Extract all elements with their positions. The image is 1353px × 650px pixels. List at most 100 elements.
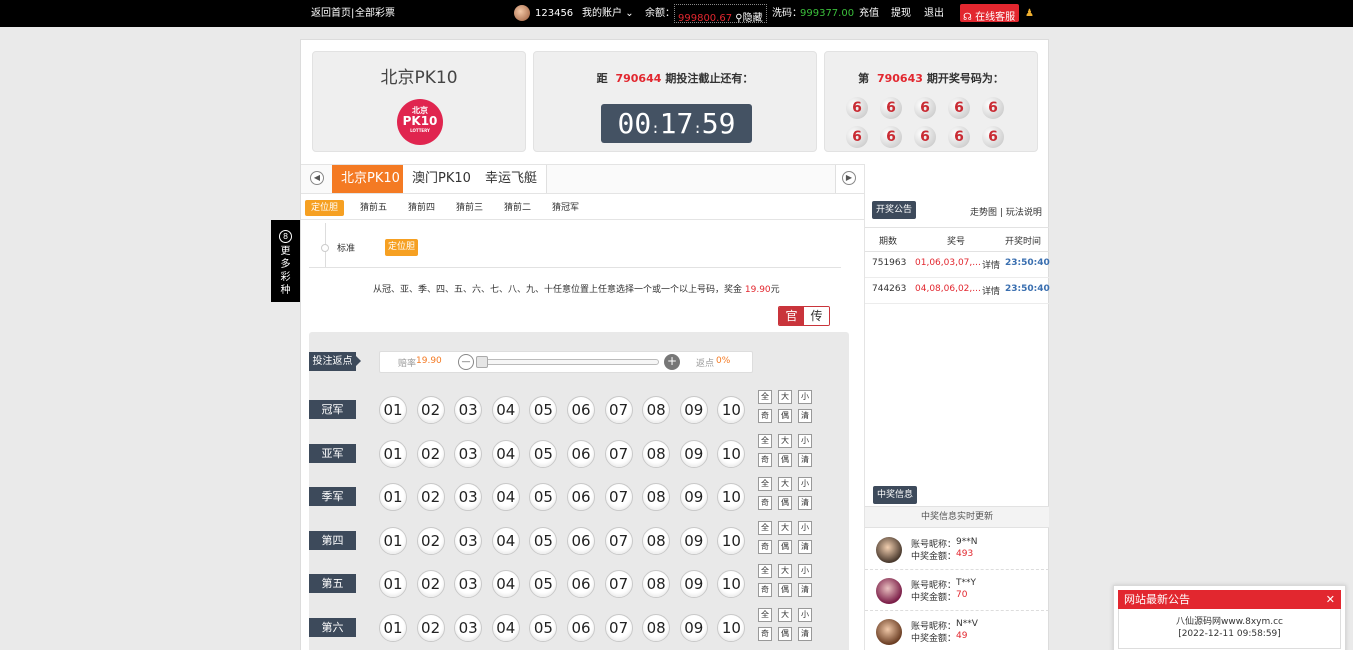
number-ball-button[interactable]: 02 [416, 396, 445, 424]
number-ball-button[interactable]: 07 [604, 439, 633, 468]
quick-select-button[interactable]: 大 [778, 564, 792, 579]
number-ball-button[interactable]: 10 [717, 396, 746, 424]
number-ball-button[interactable]: 09 [679, 614, 708, 642]
quick-select-button[interactable]: 奇 [758, 539, 772, 554]
quick-select-button[interactable]: 偶 [778, 583, 792, 598]
number-ball-button[interactable]: 08 [642, 614, 671, 642]
number-ball-button[interactable]: 09 [679, 570, 708, 599]
rules-link[interactable]: 玩法说明 [1006, 208, 1042, 218]
subtab-guess-top5[interactable]: 猜前五 [354, 200, 393, 216]
home-link[interactable]: 返回首页 [311, 0, 351, 27]
number-ball-button[interactable]: 08 [642, 396, 671, 424]
quick-select-button[interactable]: 奇 [758, 452, 772, 467]
subtab-guess-champion[interactable]: 猜冠军 [546, 200, 585, 216]
number-ball-button[interactable]: 04 [491, 570, 520, 599]
quick-select-button[interactable]: 小 [798, 433, 812, 448]
quick-select-button[interactable]: 清 [798, 409, 812, 423]
tab-next-arrow-icon[interactable]: ▶ [842, 171, 856, 185]
quick-select-button[interactable]: 奇 [758, 583, 772, 598]
recharge-link[interactable]: 充值 [859, 0, 879, 27]
quick-select-button[interactable]: 清 [798, 627, 812, 641]
rebate-slider-handle[interactable] [476, 356, 488, 368]
quick-select-button[interactable]: 清 [798, 583, 812, 598]
tab-lucky-airship[interactable]: 幸运飞艇 [476, 165, 548, 193]
plus-button[interactable]: + [664, 354, 680, 370]
number-ball-button[interactable]: 03 [454, 526, 483, 555]
quick-select-button[interactable]: 大 [778, 390, 792, 404]
number-ball-button[interactable]: 05 [529, 614, 558, 642]
number-ball-button[interactable]: 07 [604, 396, 633, 424]
online-service-button[interactable]: ☊ 在线客服 [960, 4, 1020, 23]
more-lottery-side-tab[interactable]: 8 更多彩种 [271, 220, 300, 302]
number-ball-button[interactable]: 05 [529, 483, 558, 512]
subtab-guess-top4[interactable]: 猜前四 [402, 200, 441, 216]
quick-select-button[interactable]: 奇 [758, 627, 772, 641]
tab-macau-pk10[interactable]: 澳门PK10 [403, 165, 481, 193]
quick-select-button[interactable]: 大 [778, 433, 792, 448]
mode-option-button[interactable]: 定位胆 [385, 239, 419, 256]
quick-select-button[interactable]: 全 [758, 433, 772, 448]
quick-select-button[interactable]: 全 [758, 608, 772, 622]
withdraw-link[interactable]: 提现 [891, 0, 911, 27]
quick-select-button[interactable]: 奇 [758, 409, 772, 423]
number-ball-button[interactable]: 06 [567, 614, 595, 642]
number-ball-button[interactable]: 10 [717, 570, 746, 599]
number-ball-button[interactable]: 01 [379, 396, 407, 424]
hide-balance-button[interactable]: 隐藏 [743, 13, 763, 24]
quick-select-button[interactable]: 小 [798, 390, 812, 404]
number-ball-button[interactable]: 07 [604, 483, 633, 512]
number-ball-button[interactable]: 04 [491, 526, 520, 555]
number-ball-button[interactable]: 02 [416, 483, 445, 512]
logout-link[interactable]: 退出 [924, 0, 944, 27]
quick-select-button[interactable]: 偶 [778, 409, 792, 423]
tab-beijing-pk10[interactable]: 北京PK10 [332, 165, 410, 193]
number-ball-button[interactable]: 01 [379, 483, 407, 512]
person-icon[interactable]: ♟ [1025, 0, 1034, 27]
quick-select-button[interactable]: 偶 [778, 452, 792, 467]
number-ball-button[interactable]: 08 [642, 439, 671, 468]
number-ball-button[interactable]: 04 [491, 483, 520, 512]
all-lottery-link[interactable]: 全部彩票 [355, 0, 395, 27]
subtab-guess-top3[interactable]: 猜前三 [450, 200, 489, 216]
number-ball-button[interactable]: 05 [529, 526, 558, 555]
mode-traditional-button[interactable]: 传 [804, 307, 829, 325]
number-ball-button[interactable]: 01 [379, 614, 407, 642]
close-icon[interactable]: ✕ [1326, 590, 1335, 609]
number-ball-button[interactable]: 04 [491, 396, 520, 424]
number-ball-button[interactable]: 01 [379, 439, 407, 468]
number-ball-button[interactable]: 06 [567, 483, 595, 512]
number-ball-button[interactable]: 10 [717, 614, 746, 642]
quick-select-button[interactable]: 全 [758, 477, 772, 492]
number-ball-button[interactable]: 04 [491, 439, 520, 468]
quick-select-button[interactable]: 清 [798, 539, 812, 554]
number-ball-button[interactable]: 03 [454, 614, 483, 642]
quick-select-button[interactable]: 清 [798, 496, 812, 511]
number-ball-button[interactable]: 08 [642, 570, 671, 599]
rebate-slider-track[interactable] [477, 359, 659, 365]
number-ball-button[interactable]: 07 [604, 570, 633, 599]
quick-select-button[interactable]: 大 [778, 520, 792, 535]
number-ball-button[interactable]: 04 [491, 614, 520, 642]
user-avatar[interactable] [514, 5, 530, 21]
subtab-guess-top2[interactable]: 猜前二 [498, 200, 537, 216]
number-ball-button[interactable]: 02 [416, 439, 445, 468]
number-ball-button[interactable]: 07 [604, 526, 633, 555]
number-ball-button[interactable]: 03 [454, 570, 483, 599]
quick-select-button[interactable]: 偶 [778, 539, 792, 554]
number-ball-button[interactable]: 06 [567, 570, 595, 599]
number-ball-button[interactable]: 03 [454, 396, 483, 424]
tab-prev-arrow-icon[interactable]: ◀ [310, 171, 324, 185]
number-ball-button[interactable]: 01 [379, 570, 407, 599]
quick-select-button[interactable]: 全 [758, 390, 772, 404]
minus-button[interactable]: — [458, 354, 474, 370]
number-ball-button[interactable]: 08 [642, 483, 671, 512]
quick-select-button[interactable]: 偶 [778, 496, 792, 511]
number-ball-button[interactable]: 09 [679, 439, 708, 468]
number-ball-button[interactable]: 01 [379, 526, 407, 555]
subtab-position[interactable]: 定位胆 [305, 200, 345, 216]
number-ball-button[interactable]: 05 [529, 396, 558, 424]
number-ball-button[interactable]: 05 [529, 570, 558, 599]
number-ball-button[interactable]: 03 [454, 439, 483, 468]
quick-select-button[interactable]: 偶 [778, 627, 792, 641]
number-ball-button[interactable]: 09 [679, 396, 708, 424]
